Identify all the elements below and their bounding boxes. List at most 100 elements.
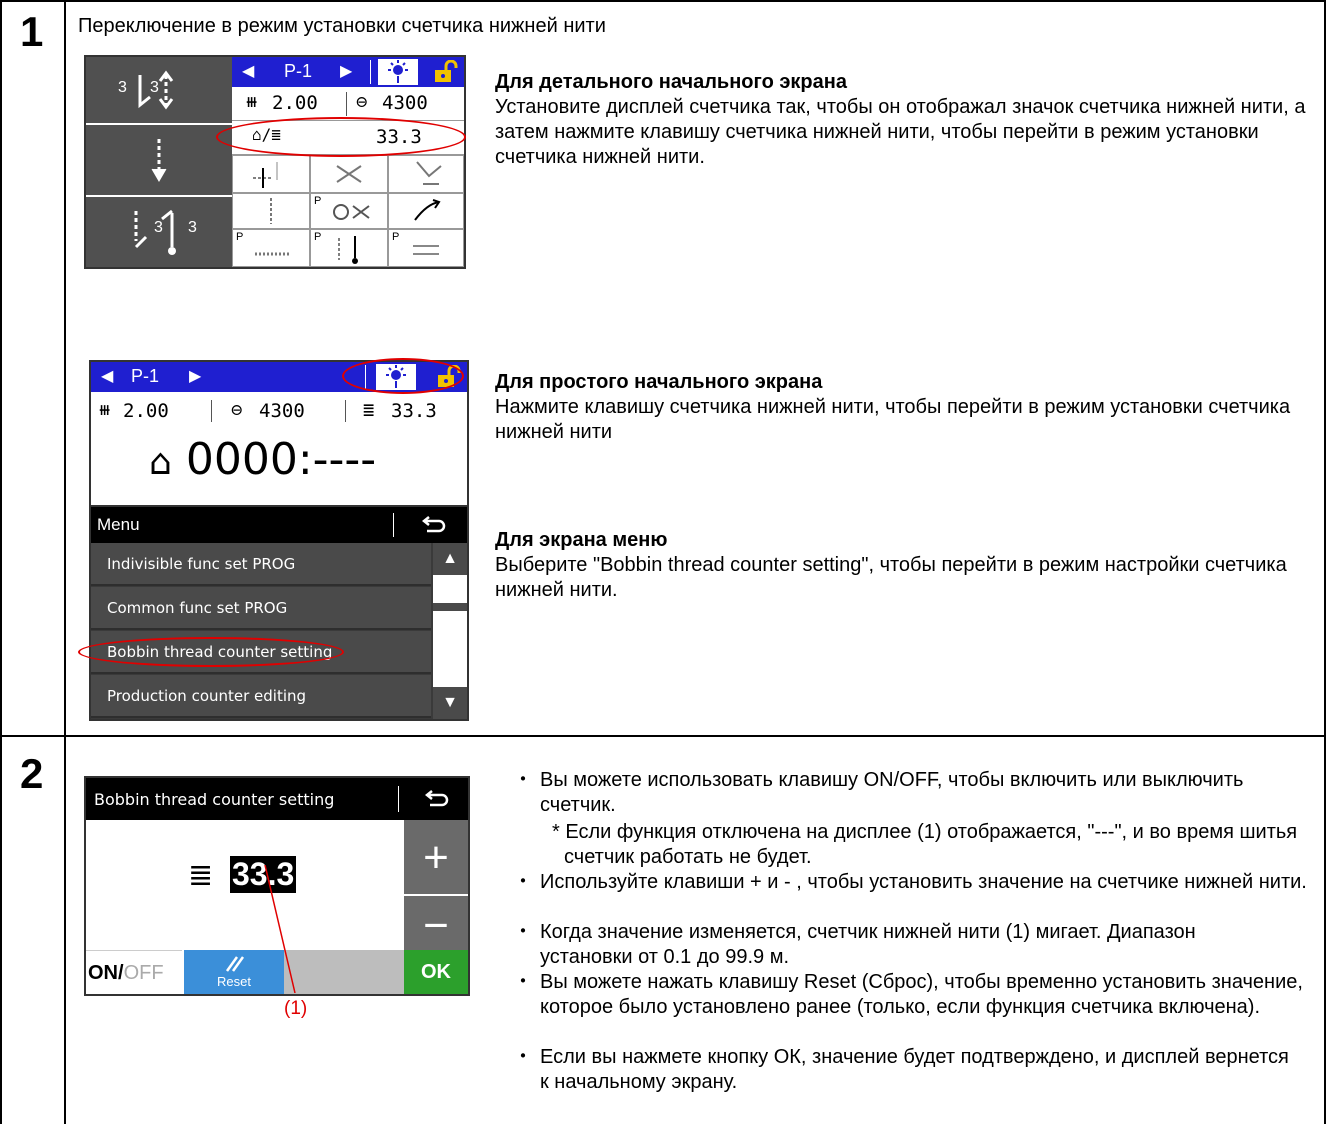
plus-button[interactable]: + [404, 820, 468, 896]
left-key-bottom[interactable]: 3 3 [86, 197, 232, 267]
header-separator [398, 786, 399, 812]
off-label: OFF [123, 962, 164, 984]
highlight-counter-row [216, 117, 466, 157]
menu-item-common[interactable]: Common func set PROG [91, 587, 431, 630]
menu-title-text: Для экрана меню [495, 529, 668, 551]
stitch-count-d: 3 [188, 219, 197, 236]
pattern-number: P-1 [284, 61, 313, 81]
bobbin-counter-value: 33.3 [391, 400, 437, 422]
menu-item-indivisible[interactable]: Indivisible func set PROG [91, 543, 431, 586]
function-key-needle-updown[interactable] [232, 193, 310, 229]
status-row: ⧻ 2.00 ⊖ 4300 ≣ 33.3 [91, 392, 467, 428]
function-key-needle-stop[interactable]: P [310, 229, 388, 267]
step-number-1: 1 [20, 8, 44, 55]
on-off-button[interactable]: ON/OFF [86, 950, 182, 994]
bullet-dot: ・ [513, 769, 533, 791]
p-mark: P [314, 195, 322, 207]
scroll-thumb[interactable] [433, 603, 467, 611]
detailed-body: Установите дисплей счетчика так, чтобы о… [495, 96, 1306, 168]
highlight-light-icon [342, 358, 464, 394]
detailed-title: Для детального начального экрана [495, 71, 847, 93]
menu-header: Menu [91, 507, 467, 543]
stitch-count-a: 3 [118, 79, 127, 96]
pitch-icon: ⧻ [246, 91, 258, 113]
production-counter-value: 0000:---- [185, 434, 377, 485]
back-icon[interactable] [419, 515, 447, 535]
speed-icon: ⊖ [356, 91, 368, 113]
simple-title: Для простого начального экрана [495, 371, 823, 393]
row-separator [211, 400, 212, 422]
simple-body: Нажмите клавишу счетчика нижней нити, чт… [495, 396, 1291, 443]
function-key-thread-trim[interactable] [232, 155, 310, 193]
on-label: ON [88, 962, 118, 984]
menu-title: Menu [97, 515, 140, 534]
prev-pattern-icon[interactable]: ◀ [242, 61, 254, 81]
p-mark: P [236, 231, 244, 243]
garment-icon: ⌂ [149, 442, 172, 483]
unlock-icon[interactable] [432, 59, 458, 84]
light-icon[interactable] [378, 59, 418, 85]
minus-button[interactable]: − [404, 896, 468, 956]
function-key-reverse[interactable] [388, 193, 464, 229]
table-border-top [0, 0, 1326, 2]
speed-icon: ⊖ [231, 399, 243, 421]
stitch-count-c: 3 [154, 219, 163, 236]
dashed-arrow-down-icon [151, 139, 167, 182]
function-key-presser[interactable]: P [388, 229, 464, 267]
pitch-icon: ⧻ [99, 399, 111, 421]
bullet-ok: Если вы нажмете кнопку ОК, значение буде… [540, 1046, 1289, 1093]
bobbin-icon: ≣ [363, 399, 375, 421]
ok-button[interactable]: OK [404, 950, 468, 994]
stitch-count-b: 3 [150, 79, 159, 96]
scroll-down-icon[interactable]: ▼ [433, 687, 467, 719]
menu-screen: Menu Indivisible func set PROG Common fu… [89, 505, 469, 721]
next-pattern-icon[interactable]: ▶ [340, 61, 352, 81]
stitch-pitch: 2.00 [123, 400, 169, 422]
menu-body: Выберите "Bobbin thread counter setting"… [495, 554, 1287, 601]
menu-item-production-counter[interactable]: Production counter editing [91, 675, 431, 718]
note-disabled: * Если функция отключена на дисплее (1) … [552, 821, 1298, 868]
function-key-wiper[interactable] [388, 155, 464, 193]
bullet-dot: ・ [513, 871, 533, 893]
reset-icon [225, 956, 245, 972]
header-separator [370, 60, 371, 84]
p-mark: P [314, 231, 322, 243]
bullet-on-off: Вы можете использовать клавишу ON/OFF, ч… [540, 769, 1244, 816]
table-divider-row [0, 735, 1326, 737]
production-counter[interactable]: ⌂ 0000:---- [149, 434, 449, 494]
bullet-dot: ・ [513, 1046, 533, 1068]
row-separator [345, 400, 346, 422]
bobbin-icon: ≣ [188, 859, 214, 892]
bullet-dot: ・ [513, 921, 533, 943]
highlight-bobbin-menu-item [78, 637, 344, 667]
function-key-feed[interactable]: P [232, 229, 310, 267]
pattern-header: ◀ P-1 ▶ [232, 57, 464, 87]
back-icon[interactable] [422, 789, 450, 809]
detailed-home-screen: 3 3 3 3 ◀ P-1 ▶ ⧻ 2.00 ⊖ 4300 ⌂/≣ 33.3 P… [84, 55, 466, 269]
bullet-blink-range: Когда значение изменяется, счетчик нижне… [540, 921, 1196, 968]
scroll-up-icon[interactable]: ▲ [433, 543, 467, 575]
stitch-pitch: 2.00 [272, 92, 318, 114]
bullet-plus-minus: Используйте клавиши + и - , чтобы устано… [540, 871, 1307, 893]
simple-description: Для простого начального экрана Нажмите к… [495, 370, 1315, 445]
callout-line [264, 865, 296, 994]
left-key-top[interactable]: 3 3 [86, 57, 232, 125]
scrollbar[interactable]: ▲ ▼ [433, 543, 467, 719]
prev-pattern-icon[interactable]: ◀ [101, 366, 113, 386]
pitch-speed-row: ⧻ 2.00 ⊖ 4300 [232, 87, 464, 121]
step1-heading: Переключение в режим установки счетчика … [78, 15, 606, 37]
screen-title: Bobbin thread counter setting [94, 790, 335, 809]
sewing-speed: 4300 [382, 92, 428, 114]
row-separator [346, 92, 347, 116]
detailed-description: Для детального начального экрана Установ… [495, 70, 1315, 170]
header-separator [393, 513, 394, 537]
left-key-mid[interactable] [86, 125, 232, 197]
next-pattern-icon[interactable]: ▶ [189, 366, 201, 386]
function-key-cutter[interactable] [310, 155, 388, 193]
table-divider-col [64, 0, 66, 1124]
bullet-dot: ・ [513, 971, 533, 993]
function-key-auto-trim[interactable]: P [310, 193, 388, 229]
step-number-2: 2 [20, 750, 44, 797]
callout-label: (1) [284, 998, 308, 1019]
menu-description: Для экрана меню Выберите "Bobbin thread … [495, 528, 1315, 603]
